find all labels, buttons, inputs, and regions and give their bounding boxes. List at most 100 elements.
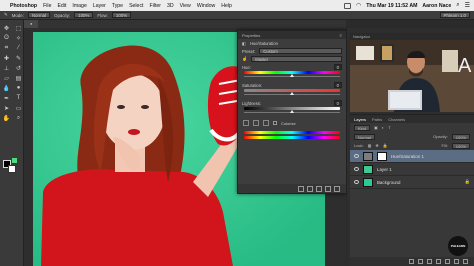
menu-window[interactable]: Window bbox=[197, 3, 215, 9]
layer-name[interactable]: Hue/Saturation 1 bbox=[391, 154, 424, 159]
flow-field[interactable]: 100% bbox=[111, 12, 132, 18]
stamp-tool-icon[interactable]: ⊥ bbox=[2, 64, 11, 72]
reset-icon[interactable] bbox=[316, 185, 322, 192]
filter-type-icon[interactable]: T bbox=[388, 125, 390, 130]
shape-tool-icon[interactable]: ▭ bbox=[14, 104, 23, 112]
wifi-icon[interactable]: ◠ bbox=[356, 2, 361, 9]
eyedropper-icon[interactable] bbox=[243, 120, 249, 126]
tab-paths[interactable]: Paths bbox=[372, 117, 382, 122]
pen-tool-icon[interactable]: ✒ bbox=[2, 94, 11, 102]
move-tool-icon[interactable]: ✥ bbox=[2, 24, 11, 32]
navigator-header[interactable]: Navigator bbox=[350, 33, 474, 40]
eyedropper-plus-icon[interactable] bbox=[253, 120, 259, 126]
hue-slider[interactable] bbox=[244, 74, 340, 77]
new-layer-icon[interactable] bbox=[454, 259, 459, 264]
lock-position-icon[interactable]: ✥ bbox=[375, 143, 378, 148]
lightness-value[interactable]: 0 bbox=[333, 100, 342, 106]
history-brush-icon[interactable]: ↺ bbox=[14, 64, 23, 72]
eye-icon[interactable] bbox=[354, 167, 359, 171]
search-icon[interactable]: ⌕ bbox=[456, 2, 459, 9]
filter-adjust-icon[interactable]: ◐ bbox=[382, 125, 384, 130]
new-group-icon[interactable] bbox=[445, 259, 450, 264]
new-adjustment-icon[interactable] bbox=[436, 259, 441, 264]
document-tab[interactable]: ● bbox=[24, 20, 39, 28]
visibility-icon[interactable] bbox=[325, 185, 331, 192]
link-layers-icon[interactable] bbox=[409, 259, 414, 264]
brush-tool-icon[interactable]: ✎ bbox=[14, 54, 23, 62]
eye-icon[interactable] bbox=[354, 180, 359, 184]
hand-adjust-icon[interactable]: ☝ bbox=[242, 56, 247, 62]
lightness-slider[interactable] bbox=[244, 110, 340, 113]
background-color-swatch[interactable] bbox=[8, 165, 16, 173]
fill-field[interactable]: 100% bbox=[451, 142, 470, 149]
layer-row-hue-saturation[interactable]: Hue/Saturation 1 bbox=[350, 150, 474, 163]
mask-thumbnail[interactable] bbox=[377, 151, 387, 161]
lock-pixels-icon[interactable]: ▦ bbox=[368, 143, 372, 148]
hue-value[interactable]: 0 bbox=[333, 64, 342, 70]
menu-view[interactable]: View bbox=[180, 3, 191, 9]
layer-name[interactable]: Layer 1 bbox=[377, 167, 392, 172]
properties-header[interactable]: Properties ≡ bbox=[238, 31, 346, 39]
tab-layers[interactable]: Layers bbox=[354, 117, 366, 122]
menu-edit[interactable]: Edit bbox=[57, 3, 66, 9]
blend-mode-select[interactable]: Normal bbox=[354, 133, 375, 140]
brush-preset-icon[interactable]: ✎ bbox=[4, 12, 8, 18]
view-previous-icon[interactable] bbox=[307, 185, 313, 192]
layer-kind-filter[interactable]: Kind bbox=[354, 124, 371, 131]
adjustment-thumbnail bbox=[363, 151, 373, 161]
menu-filter[interactable]: Filter bbox=[149, 3, 161, 9]
default-colors-icon[interactable] bbox=[12, 158, 17, 163]
filter-pixel-icon[interactable]: ▣ bbox=[374, 125, 378, 130]
menu-select[interactable]: Select bbox=[129, 3, 143, 9]
layer-style-icon[interactable] bbox=[418, 259, 423, 264]
tab-channels[interactable]: Channels bbox=[388, 117, 405, 122]
lock-all-icon[interactable]: 🔒 bbox=[383, 143, 388, 148]
menu-help[interactable]: Help bbox=[221, 3, 232, 9]
eye-icon[interactable] bbox=[354, 154, 359, 158]
menu-3d[interactable]: 3D bbox=[167, 3, 174, 9]
menu-clock[interactable]: Thu Mar 19 11:52 AM bbox=[366, 3, 417, 9]
workspace-select[interactable]: Phlearn 1.0 bbox=[439, 12, 470, 18]
layer-row-layer-1[interactable]: Layer 1 bbox=[350, 163, 474, 176]
channel-select[interactable]: Master bbox=[251, 56, 342, 62]
opacity-field[interactable]: 100% bbox=[74, 12, 94, 18]
colorize-checkbox[interactable] bbox=[273, 121, 277, 125]
menu-app-name[interactable]: Photoshop bbox=[10, 3, 37, 9]
list-icon[interactable]: ☰ bbox=[465, 2, 470, 9]
panel-menu-icon[interactable]: ≡ bbox=[340, 33, 342, 38]
menu-user[interactable]: Aaron Nace bbox=[422, 3, 451, 9]
crop-tool-icon[interactable]: ⌗ bbox=[2, 44, 11, 52]
preset-select[interactable]: Custom bbox=[259, 48, 342, 54]
quick-select-icon[interactable]: ✧ bbox=[14, 34, 23, 42]
hand-tool-icon[interactable]: ✋ bbox=[2, 114, 11, 122]
mode-select[interactable]: Normal bbox=[27, 12, 51, 18]
eraser-tool-icon[interactable]: ▱ bbox=[2, 74, 11, 82]
menu-image[interactable]: Image bbox=[72, 3, 86, 9]
menu-layer[interactable]: Layer bbox=[93, 3, 106, 9]
menu-type[interactable]: Type bbox=[112, 3, 123, 9]
gradient-tool-icon[interactable]: ▤ bbox=[14, 74, 23, 82]
layer-name[interactable]: Background bbox=[377, 180, 400, 185]
clip-to-layer-icon[interactable] bbox=[298, 185, 304, 192]
menu-file[interactable]: File bbox=[43, 3, 51, 9]
lasso-tool-icon[interactable]: ʘ bbox=[2, 34, 11, 42]
healing-brush-icon[interactable]: ✚ bbox=[2, 54, 11, 62]
saturation-value[interactable]: 0 bbox=[333, 82, 342, 88]
trash-icon[interactable] bbox=[334, 185, 340, 192]
path-select-icon[interactable]: ➤ bbox=[2, 104, 11, 112]
layer-row-background[interactable]: Background 🔒 bbox=[350, 176, 474, 189]
instructor-video: A bbox=[350, 40, 474, 112]
marquee-tool-icon[interactable]: ⬚ bbox=[14, 24, 23, 32]
svg-text:A: A bbox=[458, 55, 472, 77]
type-tool-icon[interactable]: T bbox=[14, 94, 23, 102]
blur-tool-icon[interactable]: 💧 bbox=[2, 84, 11, 92]
zoom-tool-icon[interactable]: ⌕ bbox=[14, 114, 23, 122]
eyedropper-icon[interactable]: ⁄ bbox=[14, 44, 23, 52]
layer-opacity-field[interactable]: 100% bbox=[451, 133, 470, 140]
add-mask-icon[interactable] bbox=[427, 259, 432, 264]
eyedropper-minus-icon[interactable] bbox=[263, 120, 269, 126]
dodge-tool-icon[interactable]: ● bbox=[14, 84, 23, 92]
saturation-slider[interactable] bbox=[244, 92, 340, 95]
delete-layer-icon[interactable] bbox=[463, 259, 468, 264]
battery-icon[interactable] bbox=[344, 2, 352, 9]
